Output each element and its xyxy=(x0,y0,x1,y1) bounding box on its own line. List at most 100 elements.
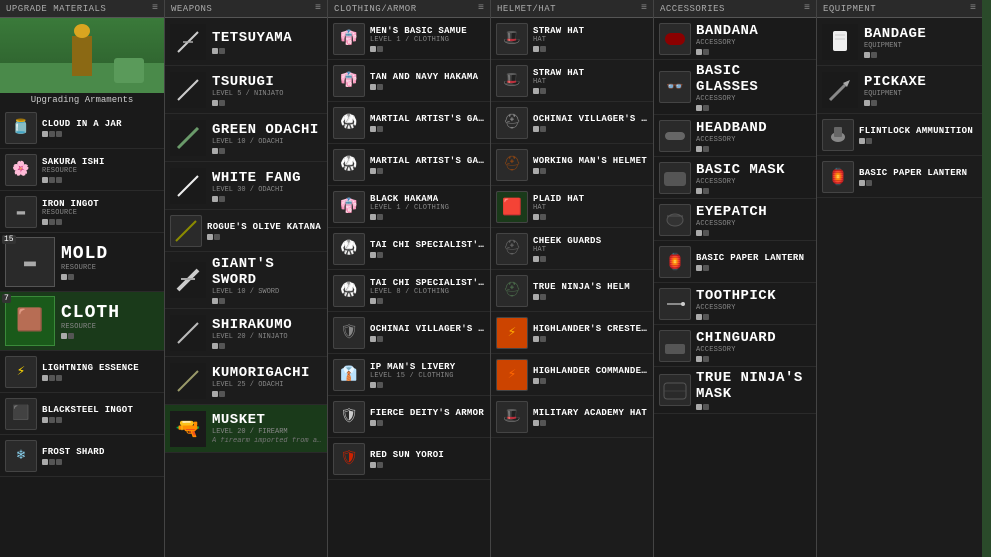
list-item[interactable]: 🥋 MARTIAL ARTIST'S GARB(NAVY) xyxy=(328,144,490,186)
list-item[interactable]: FLINTLOCK AMMUNITION xyxy=(817,114,982,156)
list-item[interactable]: ⚡ HIGHLANDER COMMANDER'S CRESTED HELM xyxy=(491,354,653,396)
list-item[interactable]: TOOTHPICK ACCESSORY xyxy=(654,283,816,325)
list-item[interactable]: 15 ▬ MOLD RESOURCE xyxy=(0,233,164,292)
list-item[interactable]: WHITE FANG LEVEL 30 / ODACHI xyxy=(165,162,327,210)
list-item[interactable]: 🏮 BASIC PAPER LANTERN xyxy=(654,241,816,283)
list-item[interactable]: KUMORIGACHI LEVEL 25 / ODACHI xyxy=(165,357,327,405)
list-item[interactable]: 🥋 TAI CHI SPECIALIST'S JACKET(BLACK) LEV… xyxy=(328,270,490,312)
item-stars xyxy=(61,274,159,280)
item-sub: ACCESSORY xyxy=(696,220,811,228)
list-item[interactable]: 👔 IP MAN'S LIVERY LEVEL 15 / CLOTHING xyxy=(328,354,490,396)
list-item[interactable]: 🛡 RED SUN YOROI xyxy=(328,438,490,480)
item-stars xyxy=(696,105,811,111)
item-icon: 👘 xyxy=(333,65,365,97)
list-item[interactable]: 🫙 CLOUD IN A JAR xyxy=(0,107,164,149)
item-name: CHEEK GUARDS xyxy=(533,236,648,246)
list-item[interactable]: 🎩 STRAW HAT HAT xyxy=(491,60,653,102)
list-item[interactable]: 🥋 MARTIAL ARTIST'S GARB(BLACK) xyxy=(328,102,490,144)
list-item[interactable]: 🛡 OCHINAI VILLAGER'S ARMOR xyxy=(328,312,490,354)
list-item[interactable]: ROGUE'S OLIVE KATANA xyxy=(165,210,327,252)
list-item[interactable]: ⬛ BLACKSTEEL INGOT xyxy=(0,393,164,435)
list-item[interactable]: 🌸 SAKURA ISHI RESOURCE xyxy=(0,149,164,191)
list-item[interactable]: CHINGUARD ACCESSORY xyxy=(654,325,816,367)
list-item[interactable]: 👘 BLACK HAKAMA LEVEL 1 / CLOTHING xyxy=(328,186,490,228)
item-sub: RESOURCE xyxy=(61,323,159,331)
list-item[interactable]: SHIRAKUMO LEVEL 20 / NINJATO xyxy=(165,309,327,357)
list-item[interactable]: 👓 BASIC GLASSES ACCESSORY xyxy=(654,60,816,115)
list-item[interactable]: ❄ FROST SHARD xyxy=(0,435,164,477)
item-stars xyxy=(533,294,648,300)
list-item[interactable]: TETSUYAMA xyxy=(165,18,327,66)
list-item[interactable]: 🔫 MUSKET LEVEL 20 / FIREARM A firearm im… xyxy=(165,405,327,453)
upgrade-header: UPGRADE MATERIALS ≡ xyxy=(0,0,164,18)
list-item[interactable]: PICKAXE EQUIPMENT xyxy=(817,66,982,114)
item-stars xyxy=(212,148,322,154)
list-item[interactable]: GIANT'S SWORD LEVEL 10 / SWORD xyxy=(165,252,327,309)
list-item[interactable]: ⚡ HIGHLANDER'S CRESTED HELM xyxy=(491,312,653,354)
item-sub: LEVEL 8 / CLOTHING xyxy=(370,288,485,296)
item-stars xyxy=(533,168,648,174)
item-icon: 🌸 xyxy=(5,154,37,186)
item-name: CHINGUARD xyxy=(696,330,811,346)
item-icon: ⬛ xyxy=(5,398,37,430)
list-item[interactable]: ⛑ OCHINAI VILLAGER'S HELMET xyxy=(491,102,653,144)
item-icon: 🛡 xyxy=(333,401,365,433)
weapons-menu-icon[interactable]: ≡ xyxy=(315,3,321,14)
upgrade-menu-icon[interactable]: ≡ xyxy=(152,3,158,14)
list-item[interactable]: ▬ IRON INGOT RESOURCE xyxy=(0,191,164,233)
list-item[interactable]: TRUE NINJA'S MASK xyxy=(654,367,816,414)
list-item[interactable]: 🥋 TAI CHI SPECIALIST'S JACKET xyxy=(328,228,490,270)
list-item[interactable]: 🟥 PLAID HAT HAT xyxy=(491,186,653,228)
list-item[interactable]: ⛑ WORKING MAN'S HELMET xyxy=(491,144,653,186)
item-name: MARTIAL ARTIST'S GARB(BLACK) xyxy=(370,114,485,124)
list-item[interactable]: GREEN ODACHI LEVEL 10 / ODACHI xyxy=(165,114,327,162)
helmet-item-list: 🎩 STRAW HAT HAT 🎩 STRAW HAT HAT ⛑ OCH xyxy=(491,18,653,557)
item-info: CHINGUARD ACCESSORY xyxy=(696,330,811,362)
item-icon: 👘 xyxy=(333,191,365,223)
item-name: IRON INGOT xyxy=(42,199,159,209)
item-info: HIGHLANDER COMMANDER'S CRESTED HELM xyxy=(533,366,648,384)
list-item[interactable]: BANDAGE EQUIPMENT xyxy=(817,18,982,66)
item-level: LEVEL 25 / ODACHI xyxy=(212,381,322,389)
list-item[interactable]: TSURUGI LEVEL 5 / NINJATO xyxy=(165,66,327,114)
upgrade-materials-column: UPGRADE MATERIALS ≡ Upgrading Armaments … xyxy=(0,0,165,557)
list-item[interactable]: 👘 TAN AND NAVY HAKAMA xyxy=(328,60,490,102)
item-icon: ⛑ xyxy=(496,107,528,139)
item-stars xyxy=(696,404,811,410)
item-stars xyxy=(212,391,322,397)
item-level: LEVEL 10 / SWORD xyxy=(212,288,322,296)
item-icon xyxy=(659,162,691,194)
equipment-menu-icon[interactable]: ≡ xyxy=(970,3,976,14)
list-item[interactable]: ⚡ LIGHTNING ESSENCE xyxy=(0,351,164,393)
list-item[interactable]: 🎩 MILITARY ACADEMY HAT xyxy=(491,396,653,438)
list-item[interactable]: 🏮 BASIC PAPER LANTERN xyxy=(817,156,982,198)
list-item[interactable]: BASIC MASK ACCESSORY xyxy=(654,157,816,199)
item-info: FIERCE DEITY'S ARMOR xyxy=(370,408,485,426)
clothing-menu-icon[interactable]: ≡ xyxy=(478,3,484,14)
item-sub: LEVEL 1 / CLOTHING xyxy=(370,36,485,44)
item-sub: HAT xyxy=(533,204,648,212)
item-sub: ACCESSORY xyxy=(696,178,811,186)
list-item[interactable]: 🎩 STRAW HAT HAT xyxy=(491,18,653,60)
item-stars xyxy=(370,168,485,174)
item-stars xyxy=(42,459,159,465)
list-item[interactable]: ⛑ TRUE NINJA'S HELM xyxy=(491,270,653,312)
item-name: PLAID HAT xyxy=(533,194,648,204)
item-icon: 🏮 xyxy=(822,161,854,193)
item-level: LEVEL 20 / FIREARM xyxy=(212,428,322,436)
list-item[interactable]: 7 🟫 CLOTH RESOURCE xyxy=(0,292,164,351)
item-icon xyxy=(659,23,691,55)
list-item[interactable]: 👘 MEN'S BASIC SAMUE LEVEL 1 / CLOTHING xyxy=(328,18,490,60)
accessories-menu-icon[interactable]: ≡ xyxy=(804,3,810,14)
item-icon xyxy=(659,330,691,362)
list-item[interactable]: EYEPATCH ACCESSORY xyxy=(654,199,816,241)
list-item[interactable]: HEADBAND ACCESSORY xyxy=(654,115,816,157)
helmet-menu-icon[interactable]: ≡ xyxy=(641,3,647,14)
item-info: PICKAXE EQUIPMENT xyxy=(864,74,977,106)
item-stars xyxy=(370,46,485,52)
item-name: ROGUE'S OLIVE KATANA xyxy=(207,222,322,232)
item-icon xyxy=(659,374,691,406)
list-item[interactable]: BANDANA ACCESSORY xyxy=(654,18,816,60)
list-item[interactable]: 🛡 FIERCE DEITY'S ARMOR xyxy=(328,396,490,438)
list-item[interactable]: ⛑ CHEEK GUARDS HAT xyxy=(491,228,653,270)
